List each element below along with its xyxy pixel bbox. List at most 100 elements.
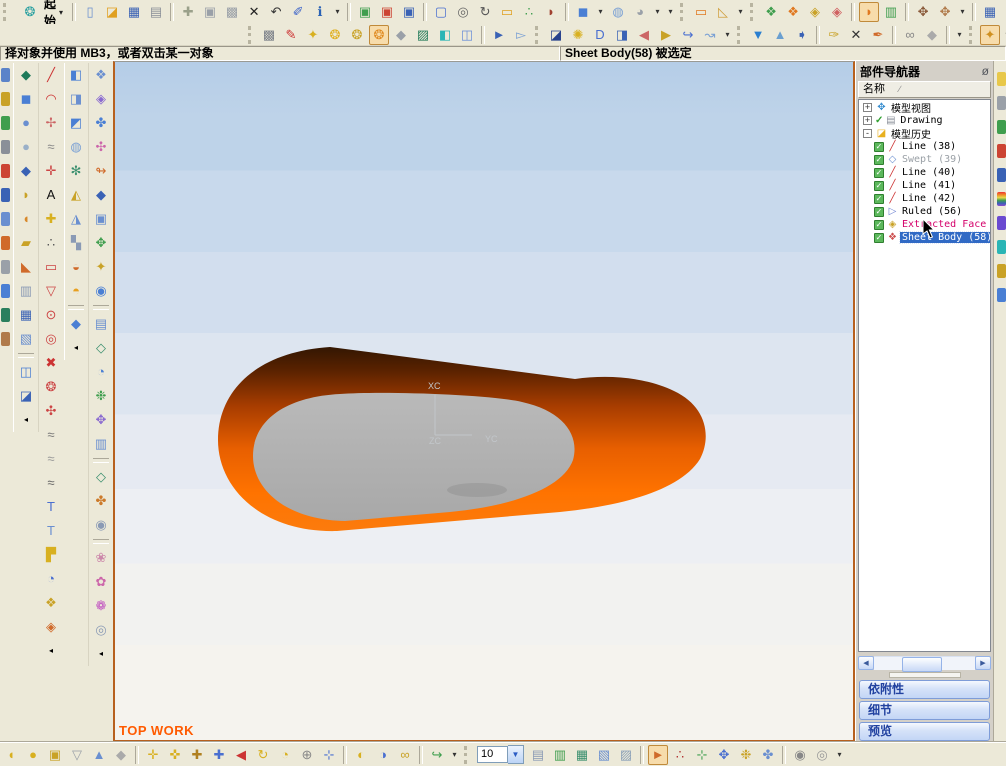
- boolean-subtract-icon[interactable]: ◪: [16, 386, 36, 406]
- polygon-tool-icon[interactable]: ▽: [41, 281, 61, 301]
- bounded-plane-icon[interactable]: ◓: [66, 281, 86, 301]
- law-extension-icon[interactable]: ✦: [91, 257, 111, 277]
- pour2-icon[interactable]: ▲: [770, 25, 790, 45]
- snap-star-icon[interactable]: ⊹: [319, 745, 339, 765]
- sheet-b-icon[interactable]: ▥: [550, 745, 570, 765]
- expand-icon[interactable]: +: [863, 116, 872, 125]
- clipped-tool-icon[interactable]: [997, 288, 1006, 302]
- textured-cube-icon[interactable]: ▨: [413, 25, 433, 45]
- tree-node-label[interactable]: Ruled (56): [900, 206, 964, 217]
- print-icon[interactable]: ▤: [146, 2, 166, 22]
- link-infinity-icon[interactable]: ∞: [395, 745, 415, 765]
- info-icon[interactable]: ℹ: [310, 2, 330, 22]
- clipped-tool-icon[interactable]: [997, 96, 1006, 110]
- feature-orange-icon[interactable]: ❖: [783, 2, 803, 22]
- colE-collapse-icon[interactable]: ◂: [96, 644, 107, 664]
- dark-panel-icon[interactable]: ◪: [546, 25, 566, 45]
- snapshot-icon[interactable]: ▩: [259, 25, 279, 45]
- boolean-unite-icon[interactable]: ◫: [16, 362, 36, 382]
- offset-surface-icon[interactable]: ◭: [66, 185, 86, 205]
- flower-pink-icon[interactable]: ❀: [91, 548, 111, 568]
- cut-icon[interactable]: ✚: [178, 2, 198, 22]
- globe-gray-icon[interactable]: ◎: [91, 620, 111, 640]
- navigator-column-header[interactable]: 名称 ∕: [858, 81, 991, 98]
- collapse-icon[interactable]: -: [863, 129, 872, 138]
- snap-mid-icon[interactable]: ✜: [165, 745, 185, 765]
- clipped-tool-icon[interactable]: [0, 284, 10, 298]
- start-menu-button[interactable]: ❂ 起始 ▾: [15, 0, 67, 28]
- toolbar-grip[interactable]: [535, 25, 541, 44]
- gear-icon[interactable]: ▶: [656, 25, 676, 45]
- bulb-pressed-icon[interactable]: ❂: [369, 24, 389, 45]
- feature-pink-icon[interactable]: ◈: [827, 2, 847, 22]
- window-red-icon[interactable]: ▣: [377, 2, 397, 22]
- rectangle-tool-icon[interactable]: ▭: [41, 257, 61, 277]
- line-tool-icon[interactable]: ╱: [41, 65, 61, 85]
- star-filter-icon[interactable]: ✦: [980, 24, 1000, 45]
- arrow-blue-icon[interactable]: ➧: [792, 25, 812, 45]
- point-tool-icon[interactable]: ✚: [41, 209, 61, 229]
- extension-icon[interactable]: ◮: [66, 209, 86, 229]
- silhouette-flange-icon[interactable]: ◉: [91, 281, 111, 301]
- combobox-value[interactable]: 10: [477, 746, 508, 763]
- snap-back-icon[interactable]: ◀: [231, 745, 251, 765]
- link-wand-icon[interactable]: ✐: [288, 2, 308, 22]
- render-style-icon[interactable]: ◕: [630, 2, 650, 22]
- scroll-left-icon[interactable]: ◀: [858, 656, 874, 670]
- orient-arrow-icon[interactable]: ↪: [427, 745, 447, 765]
- scrollbar-thumb[interactable]: [902, 657, 943, 672]
- thicken-icon[interactable]: ▥: [91, 434, 111, 454]
- wcs-green-icon[interactable]: ⊹: [692, 745, 712, 765]
- styled-blend-icon[interactable]: ✥: [91, 233, 111, 253]
- clipped-tool-icon[interactable]: [0, 260, 10, 274]
- pour-icon[interactable]: ▼: [748, 25, 768, 45]
- colC-collapse-icon[interactable]: ◂: [46, 641, 57, 661]
- edge-symmetry-icon[interactable]: ◉: [91, 515, 111, 535]
- copy-icon[interactable]: ▣: [200, 2, 220, 22]
- expand-icon[interactable]: +: [863, 103, 872, 112]
- clipped-tool-icon[interactable]: [0, 332, 10, 346]
- undo-icon[interactable]: ↶: [266, 2, 286, 22]
- orient-view-icon[interactable]: ∴: [519, 2, 539, 22]
- panel-bar[interactable]: 预览: [859, 722, 990, 741]
- clipped-tool-icon[interactable]: [0, 68, 10, 82]
- spline-tool-icon[interactable]: ≈: [41, 137, 61, 157]
- task-env-icon[interactable]: ◆: [16, 65, 36, 85]
- sheet-d-icon[interactable]: ▧: [594, 745, 614, 765]
- tree-node-label[interactable]: 模型历史: [889, 126, 933, 141]
- measure-distance-icon[interactable]: ▭: [691, 2, 711, 22]
- n-side-surface-icon[interactable]: ✻: [66, 161, 86, 181]
- sphere-icon[interactable]: ●: [16, 137, 36, 157]
- point-circle-icon[interactable]: ✢: [41, 113, 61, 133]
- clipped-tool-icon[interactable]: [0, 236, 10, 250]
- zoom-icon[interactable]: ◎: [453, 2, 473, 22]
- flower-violet-icon[interactable]: ❁: [91, 596, 111, 616]
- ellipse-tool-icon[interactable]: ◎: [41, 329, 61, 349]
- studio-spline3-icon[interactable]: ≈: [41, 473, 61, 493]
- save-icon[interactable]: ▦: [124, 2, 144, 22]
- snap-plus-icon[interactable]: ✚: [209, 745, 229, 765]
- transition-icon[interactable]: ✣: [91, 137, 111, 157]
- clipped-tool-icon[interactable]: [0, 188, 10, 202]
- pin-icon[interactable]: ø: [982, 64, 989, 78]
- draft-icon[interactable]: D: [590, 25, 610, 45]
- checkbox-checked-icon[interactable]: ✓: [874, 219, 884, 230]
- tee-tool-icon[interactable]: T: [41, 497, 61, 517]
- checkbox-checked-icon[interactable]: ✓: [874, 206, 884, 217]
- tree-row[interactable]: - ◪ 模型历史: [859, 126, 990, 141]
- section-icon[interactable]: ◗: [541, 2, 561, 22]
- feature-gold-icon[interactable]: ◈: [805, 2, 825, 22]
- xyz-point-icon[interactable]: ✖: [41, 353, 61, 373]
- swept-sheet-body[interactable]: XC ZC YC: [115, 62, 853, 739]
- ruled-surface-icon[interactable]: ◧: [66, 65, 86, 85]
- bulb-copy-icon[interactable]: ❂: [347, 25, 367, 45]
- snap-int-icon[interactable]: ✚: [187, 745, 207, 765]
- clipped-tool-icon[interactable]: [997, 192, 1006, 206]
- window-green-icon[interactable]: ▣: [355, 2, 375, 22]
- group-dropdown-icon[interactable]: ▾: [954, 25, 965, 45]
- pen-gold-icon[interactable]: ✑: [824, 25, 844, 45]
- studio-spline-icon[interactable]: ≈: [41, 425, 61, 445]
- info-dropdown-icon[interactable]: ▾: [332, 2, 343, 22]
- tree-node-label[interactable]: Line (38): [900, 141, 958, 152]
- toolbar-grip[interactable]: [464, 745, 470, 764]
